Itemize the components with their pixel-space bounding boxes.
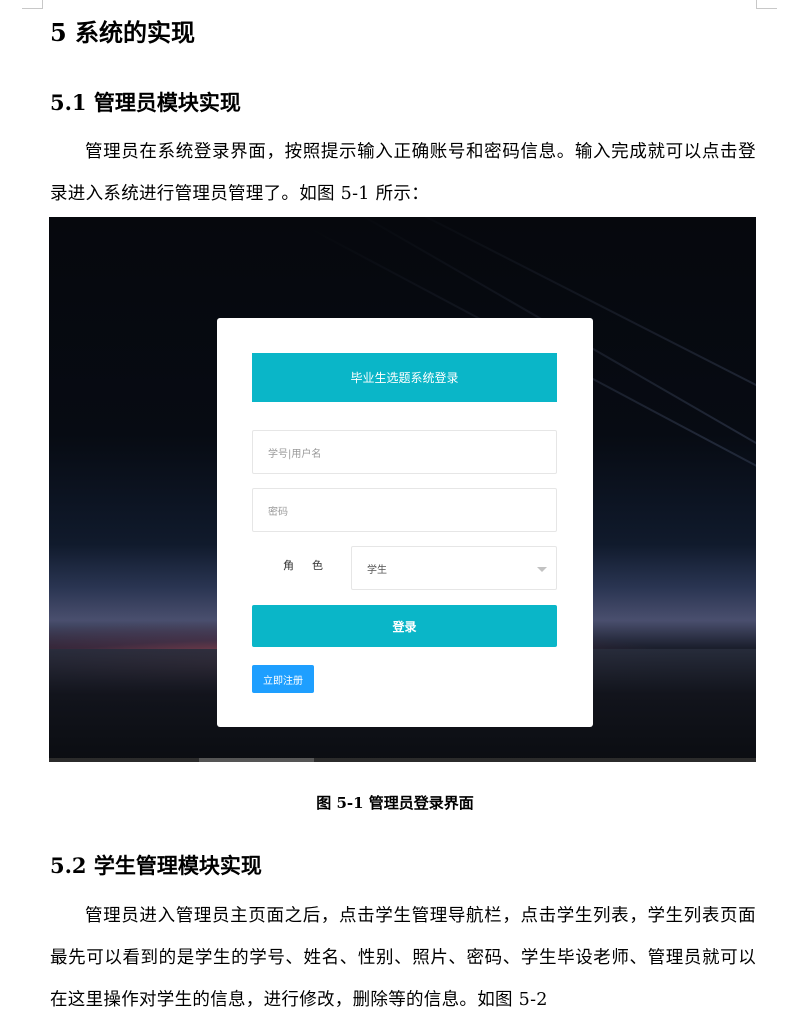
- chevron-down-icon: [537, 567, 547, 572]
- scrollbar-thumb[interactable]: [199, 758, 314, 762]
- section-5-2-paragraph: 管理员进入管理员主页面之后，点击学生管理导航栏，点击学生列表，学生列表页面最先可…: [50, 906, 756, 1010]
- role-select-value: 学生: [367, 564, 387, 576]
- username-input[interactable]: 学号|用户名: [252, 430, 557, 474]
- section-5-1-paragraph: 管理员在系统登录界面，按照提示输入正确账号和密码信息。输入完成就可以点击登录进入…: [50, 142, 756, 204]
- section-heading-5-1: 5.1 管理员模块实现: [50, 90, 241, 115]
- chapter-heading: 5 系统的实现: [50, 18, 196, 47]
- login-card: 毕业生选题系统登录 学号|用户名 密码 角色 学生 登录 立即注册: [217, 318, 593, 727]
- login-button[interactable]: 登录: [252, 605, 557, 647]
- page-corner-mark-left: [22, 0, 43, 9]
- password-input[interactable]: 密码: [252, 488, 557, 532]
- login-title: 毕业生选题系统登录: [252, 353, 557, 402]
- page-corner-mark-right: [756, 0, 777, 9]
- role-select[interactable]: 学生: [351, 546, 557, 590]
- figure-caption: 图 5-1 管理员登录界面: [316, 794, 474, 812]
- register-button[interactable]: 立即注册: [252, 665, 314, 693]
- section-heading-5-2: 5.2 学生管理模块实现: [50, 853, 262, 878]
- horizontal-scrollbar[interactable]: [49, 758, 756, 762]
- role-label: 角色: [283, 559, 341, 572]
- login-screenshot-figure: 毕业生选题系统登录 学号|用户名 密码 角色 学生 登录 立即注册: [49, 217, 756, 762]
